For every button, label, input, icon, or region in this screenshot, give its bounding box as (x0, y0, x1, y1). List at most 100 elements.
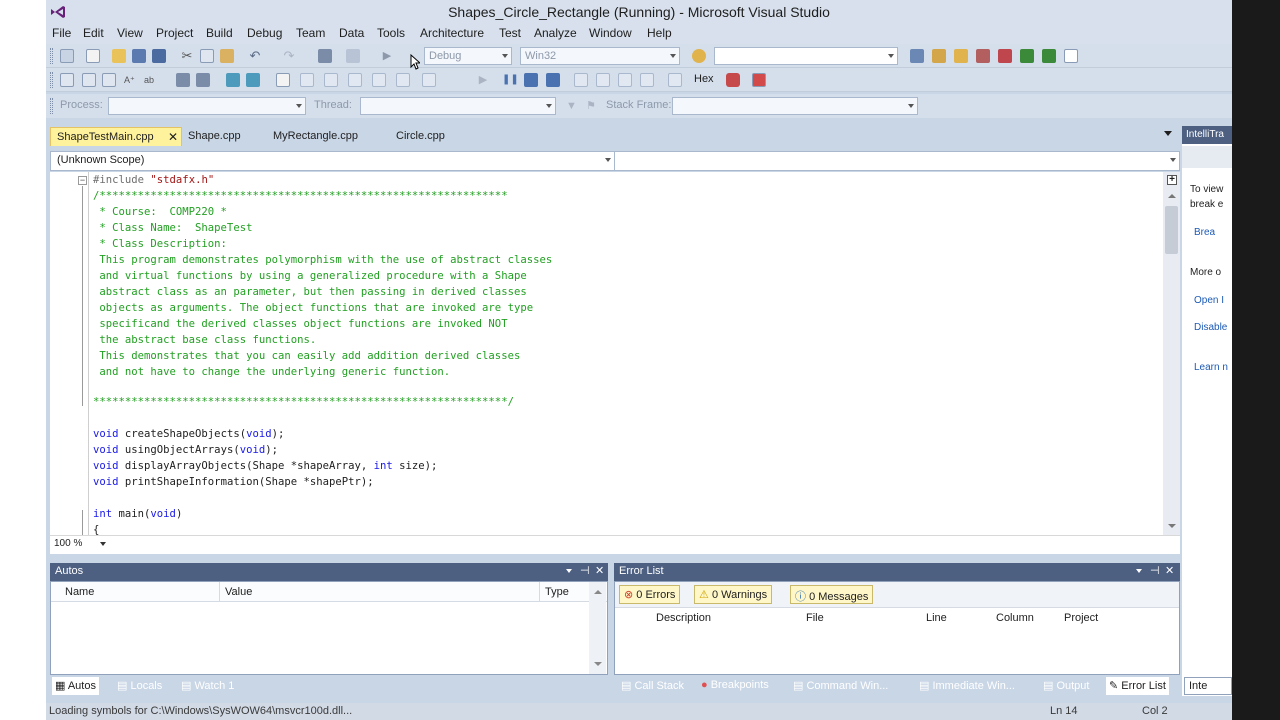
add-item-icon[interactable] (86, 49, 100, 63)
tab-output[interactable]: ▤ Output (1040, 677, 1092, 695)
intellitrace-link[interactable]: Brea (1194, 227, 1215, 238)
tab-overflow-chevron-icon[interactable] (1164, 131, 1172, 136)
tab-error-list[interactable]: ✎ Error List (1106, 677, 1169, 695)
menu-file[interactable]: File (52, 26, 71, 40)
list-members-icon[interactable]: A⁺ (124, 73, 138, 87)
menu-debug[interactable]: Debug (247, 26, 282, 40)
scroll-up-icon[interactable] (1168, 194, 1176, 198)
menu-team[interactable]: Team (296, 26, 325, 40)
quick-info-icon[interactable] (60, 73, 74, 87)
menu-tools[interactable]: Tools (377, 26, 405, 40)
stack-frame-combo[interactable] (672, 97, 918, 115)
column-name[interactable]: Name (65, 586, 94, 598)
column-file[interactable]: File (806, 612, 824, 624)
toolbar-grip[interactable] (50, 72, 53, 88)
intellitrace-link[interactable]: Learn n (1194, 362, 1228, 373)
step-out-icon[interactable] (640, 73, 654, 87)
tab-breakpoints[interactable]: ● Breakpoints (698, 677, 772, 695)
previous-bookmark-icon[interactable] (300, 73, 314, 87)
continue-icon[interactable]: ▶ (476, 73, 490, 87)
scroll-thumb[interactable] (1165, 206, 1178, 254)
start-page-icon[interactable] (1020, 49, 1034, 63)
step-into-icon[interactable] (596, 73, 610, 87)
column-line[interactable]: Line (926, 612, 947, 624)
menu-project[interactable]: Project (156, 26, 193, 40)
column-description[interactable]: Description (656, 612, 711, 624)
window-position-chevron-icon[interactable] (1136, 569, 1142, 573)
column-type[interactable]: Type (545, 586, 569, 598)
quick-watch-icon[interactable] (668, 73, 682, 87)
uncomment-lines-icon[interactable] (246, 73, 260, 87)
breakpoints-menu-icon[interactable] (726, 73, 740, 87)
stop-debugging-icon[interactable] (524, 73, 538, 87)
tab-locals[interactable]: ▤ Locals (114, 677, 165, 695)
tab-shapetestmain[interactable]: ShapeTestMain.cpp ✕ (50, 127, 182, 146)
tab-myrectangle[interactable]: MyRectangle.cpp (267, 127, 364, 146)
editor-vertical-scrollbar[interactable]: + (1163, 172, 1180, 544)
menu-view[interactable]: View (117, 26, 143, 40)
tab-call-stack[interactable]: ▤ Call Stack (618, 677, 687, 695)
navigate-forward-icon[interactable] (346, 49, 360, 63)
close-icon[interactable]: ✕ (595, 564, 604, 577)
properties-icon[interactable] (932, 49, 946, 63)
tab-autos[interactable]: ▦ Autos (52, 677, 99, 695)
increase-indent-icon[interactable] (196, 73, 210, 87)
solution-configuration-combo[interactable]: Debug (424, 47, 512, 65)
solution-platform-combo[interactable]: Win32 (520, 47, 680, 65)
start-debug-icon[interactable]: ▶ (380, 49, 394, 63)
save-icon[interactable] (132, 49, 146, 63)
open-file-icon[interactable] (112, 49, 126, 63)
next-bookmark-icon[interactable] (324, 73, 338, 87)
filter-threads-icon[interactable]: ▼ (566, 99, 580, 113)
complete-word-icon[interactable] (102, 73, 116, 87)
member-combo[interactable] (616, 152, 1179, 170)
new-project-icon[interactable] (60, 49, 74, 63)
prev-bookmark-folder-icon[interactable] (348, 73, 362, 87)
thread-combo[interactable] (360, 97, 556, 115)
menu-window[interactable]: Window (589, 26, 632, 40)
toolbox-icon[interactable] (976, 49, 990, 63)
menu-architecture[interactable]: Architecture (420, 26, 484, 40)
tab-immediate-window[interactable]: ▤ Immediate Win... (916, 677, 1018, 695)
decrease-indent-icon[interactable] (176, 73, 190, 87)
tab-command-window[interactable]: ▤ Command Win... (790, 677, 891, 695)
solution-explorer-icon[interactable] (910, 49, 924, 63)
intellitrace-link[interactable]: Disable (1194, 322, 1227, 333)
find-combo[interactable] (714, 47, 898, 65)
tab-watch-1[interactable]: ▤ Watch 1 (178, 677, 237, 695)
bookmark-icon[interactable] (276, 73, 290, 87)
redo-icon[interactable]: ↷ (282, 49, 296, 63)
clear-bookmarks-icon[interactable] (396, 73, 410, 87)
parameter-info-icon[interactable] (82, 73, 96, 87)
column-project[interactable]: Project (1064, 612, 1098, 624)
column-column[interactable]: Column (996, 612, 1034, 624)
scroll-down-icon[interactable] (1168, 524, 1176, 528)
autos-scrollbar[interactable] (589, 582, 606, 674)
scope-combo[interactable]: (Unknown Scope) (51, 152, 615, 170)
step-over-icon[interactable] (618, 73, 632, 87)
process-combo[interactable] (108, 97, 306, 115)
restart-icon[interactable] (546, 73, 560, 87)
zoom-chevron-down-icon[interactable] (100, 542, 106, 546)
split-window-plus-icon[interactable]: + (1167, 175, 1177, 185)
extension-manager-icon[interactable] (1042, 49, 1056, 63)
warnings-filter-button[interactable]: ⚠ 0 Warnings (694, 585, 773, 604)
pin-icon[interactable]: ⊣ (580, 564, 590, 577)
find-in-files-icon[interactable] (692, 49, 706, 63)
close-icon[interactable]: ✕ (1165, 564, 1174, 577)
tab-circle[interactable]: Circle.cpp (390, 127, 451, 146)
pin-icon[interactable]: ⊣ (1150, 564, 1160, 577)
navigate-backward-icon[interactable] (318, 49, 332, 63)
next-bookmark-folder-icon[interactable] (372, 73, 386, 87)
intellitrace-link[interactable]: Open I (1194, 295, 1224, 306)
menu-edit[interactable]: Edit (83, 26, 104, 40)
menu-help[interactable]: Help (647, 26, 672, 40)
close-icon[interactable]: ✕ (168, 130, 178, 144)
show-next-statement-icon[interactable] (574, 73, 588, 87)
errors-filter-button[interactable]: ⊗ 0 Errors (619, 585, 681, 604)
other-windows-icon[interactable] (1064, 49, 1078, 63)
comment-lines-icon[interactable] (226, 73, 240, 87)
windows-menu-icon[interactable] (752, 73, 766, 87)
object-browser-icon[interactable] (954, 49, 968, 63)
copy-icon[interactable] (200, 49, 214, 63)
